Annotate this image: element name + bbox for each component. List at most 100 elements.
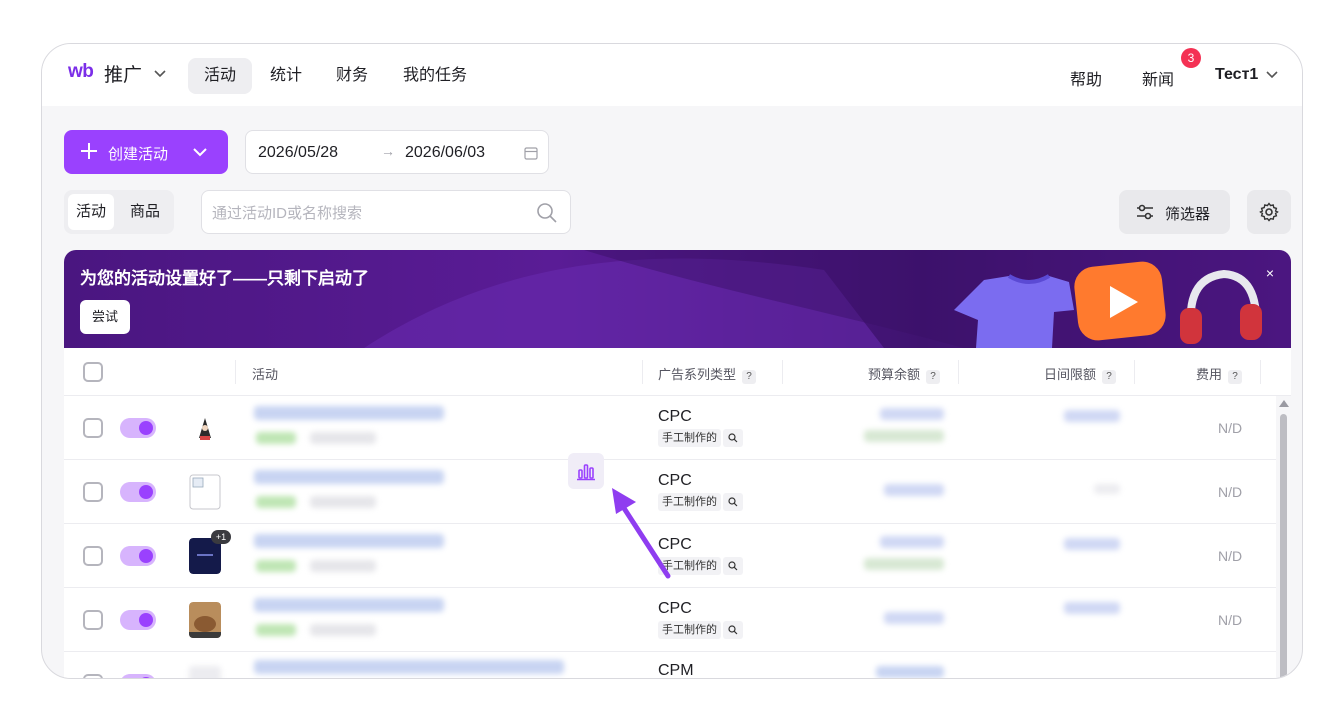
news-link[interactable]: 新闻: [1142, 66, 1174, 90]
row-checkbox[interactable]: [83, 546, 103, 566]
help-icon[interactable]: ?: [1102, 370, 1117, 384]
row-checkbox[interactable]: [83, 674, 103, 678]
table-row[interactable]: CPC 手工制作的 N/D: [64, 396, 1276, 460]
campaign-toggle[interactable]: [120, 674, 156, 678]
ad-type-tag: 手工制作的: [658, 429, 721, 447]
select-all-checkbox[interactable]: [83, 362, 103, 382]
search-input[interactable]: [212, 201, 522, 225]
user-menu[interactable]: Тест1: [1215, 66, 1258, 84]
ad-type: CPM: [658, 662, 694, 679]
campaign-toggle[interactable]: [120, 610, 156, 630]
campaign-statistics-button[interactable]: [568, 453, 604, 489]
segment-products[interactable]: 商品: [122, 194, 168, 230]
date-from[interactable]: 2026/05/28: [258, 144, 338, 162]
header-ad-type[interactable]: 广告系列类型?: [658, 364, 757, 384]
sliders-icon: [1137, 204, 1153, 220]
search-icon: [728, 497, 738, 507]
filter-label: 筛选器: [1165, 206, 1211, 223]
tab-my-tasks[interactable]: 我的任务: [387, 58, 483, 94]
create-campaign-label: 创建活动: [108, 146, 169, 163]
tab-finance[interactable]: 财务: [320, 58, 384, 94]
search-icon[interactable]: [536, 202, 558, 224]
scroll-up-arrow[interactable]: [1279, 400, 1289, 407]
chevron-down-icon[interactable]: [153, 66, 167, 80]
brand-label[interactable]: 推广: [104, 60, 142, 87]
news-count-badge: 3: [1181, 48, 1201, 68]
ad-type-tag: 手工制作的: [658, 557, 721, 575]
scrollbar-thumb[interactable]: [1280, 414, 1287, 678]
campaign-id-redacted: [310, 624, 376, 636]
row-checkbox[interactable]: [83, 610, 103, 630]
header-daily-limit[interactable]: 日间限额?: [1044, 364, 1117, 384]
tag-search-button[interactable]: [723, 621, 743, 639]
close-icon[interactable]: ×: [1261, 264, 1279, 282]
campaign-table: 活动 广告系列类型? 预算余额? 日间限额? 费用? CPC 手工制作的 N/D…: [64, 348, 1291, 679]
ad-type: CPC: [658, 536, 692, 553]
wb-logo[interactable]: wb: [68, 61, 94, 83]
view-segment-control: 活动 商品: [64, 190, 174, 234]
campaign-toggle[interactable]: [120, 482, 156, 502]
table-row[interactable]: CPC 手工制作的 N/D: [64, 460, 1276, 524]
budget-redacted: [880, 408, 944, 420]
budget-redacted: [884, 612, 944, 624]
header-campaign[interactable]: 活动: [252, 364, 278, 383]
campaign-id-redacted: [310, 560, 376, 572]
product-thumbnail: [189, 666, 221, 678]
cost-value: N/D: [1218, 420, 1243, 436]
help-icon[interactable]: ?: [742, 370, 757, 384]
budget-redacted: [880, 536, 944, 548]
header-budget[interactable]: 预算余额?: [868, 364, 941, 384]
campaign-toggle[interactable]: [120, 418, 156, 438]
table-row[interactable]: CPC 手工制作的 N/D: [64, 588, 1276, 652]
campaign-id-redacted: [310, 496, 376, 508]
help-icon[interactable]: ?: [1228, 370, 1243, 384]
date-to[interactable]: 2026/06/03: [405, 144, 485, 162]
settings-button[interactable]: [1247, 190, 1291, 234]
row-checkbox[interactable]: [83, 482, 103, 502]
ad-type-tag: 手工制作的: [658, 493, 721, 511]
campaign-name-redacted: [254, 598, 444, 612]
tab-statistics[interactable]: 统计: [254, 58, 318, 94]
top-nav: wb 推广 活动 统计 财务 我的任务 帮助 新闻 3 Тест1: [42, 44, 1302, 106]
banner-try-button[interactable]: 尝试: [80, 300, 131, 334]
gear-icon: [1259, 202, 1279, 222]
status-redacted: [256, 624, 296, 636]
table-row[interactable]: +1 CPC 手工制作的 N/D: [64, 524, 1276, 588]
product-thumbnail: [189, 602, 221, 638]
campaign-name-redacted: [254, 660, 564, 674]
status-redacted: [256, 432, 296, 444]
chevron-down-icon[interactable]: [1265, 67, 1279, 81]
tab-campaigns[interactable]: 活动: [188, 58, 253, 94]
ad-type-tag: 手工制作的: [658, 621, 721, 639]
search-icon: [728, 433, 738, 443]
table-header: 活动 广告系列类型? 预算余额? 日间限额? 费用?: [64, 348, 1291, 396]
status-redacted: [256, 496, 296, 508]
help-link[interactable]: 帮助: [1070, 66, 1102, 90]
campaign-name-redacted: [254, 470, 444, 484]
ad-type: CPC: [658, 472, 692, 489]
thumbnail-count-badge: +1: [211, 530, 231, 544]
tag-search-button[interactable]: [723, 429, 743, 447]
tag-search-button[interactable]: [723, 557, 743, 575]
chevron-down-icon[interactable]: [192, 144, 208, 160]
broken-image-icon: [189, 474, 221, 510]
ad-type: CPC: [658, 600, 692, 617]
help-icon[interactable]: ?: [926, 370, 941, 384]
table-row[interactable]: CPM: [64, 652, 1276, 679]
create-campaign-button[interactable]: 创建活动: [64, 130, 228, 174]
header-cost[interactable]: 费用?: [1196, 364, 1243, 384]
campaign-toggle[interactable]: [120, 546, 156, 566]
daily-limit-redacted: [1064, 538, 1120, 550]
filter-button[interactable]: 筛选器: [1119, 190, 1230, 234]
table-scrollbar[interactable]: [1276, 396, 1291, 678]
row-checkbox[interactable]: [83, 418, 103, 438]
segment-campaigns[interactable]: 活动: [68, 194, 115, 230]
tag-search-button[interactable]: [723, 493, 743, 511]
budget-sub-redacted: [864, 558, 944, 570]
campaign-search: [201, 190, 571, 234]
date-range-picker[interactable]: 2026/05/28 → 2026/06/03: [245, 130, 549, 174]
promo-banner: 为您的活动设置好了——只剩下启动了 尝试 ×: [64, 250, 1291, 348]
calendar-icon[interactable]: [524, 146, 538, 160]
status-redacted: [256, 560, 296, 572]
daily-limit-redacted: [1094, 484, 1120, 494]
